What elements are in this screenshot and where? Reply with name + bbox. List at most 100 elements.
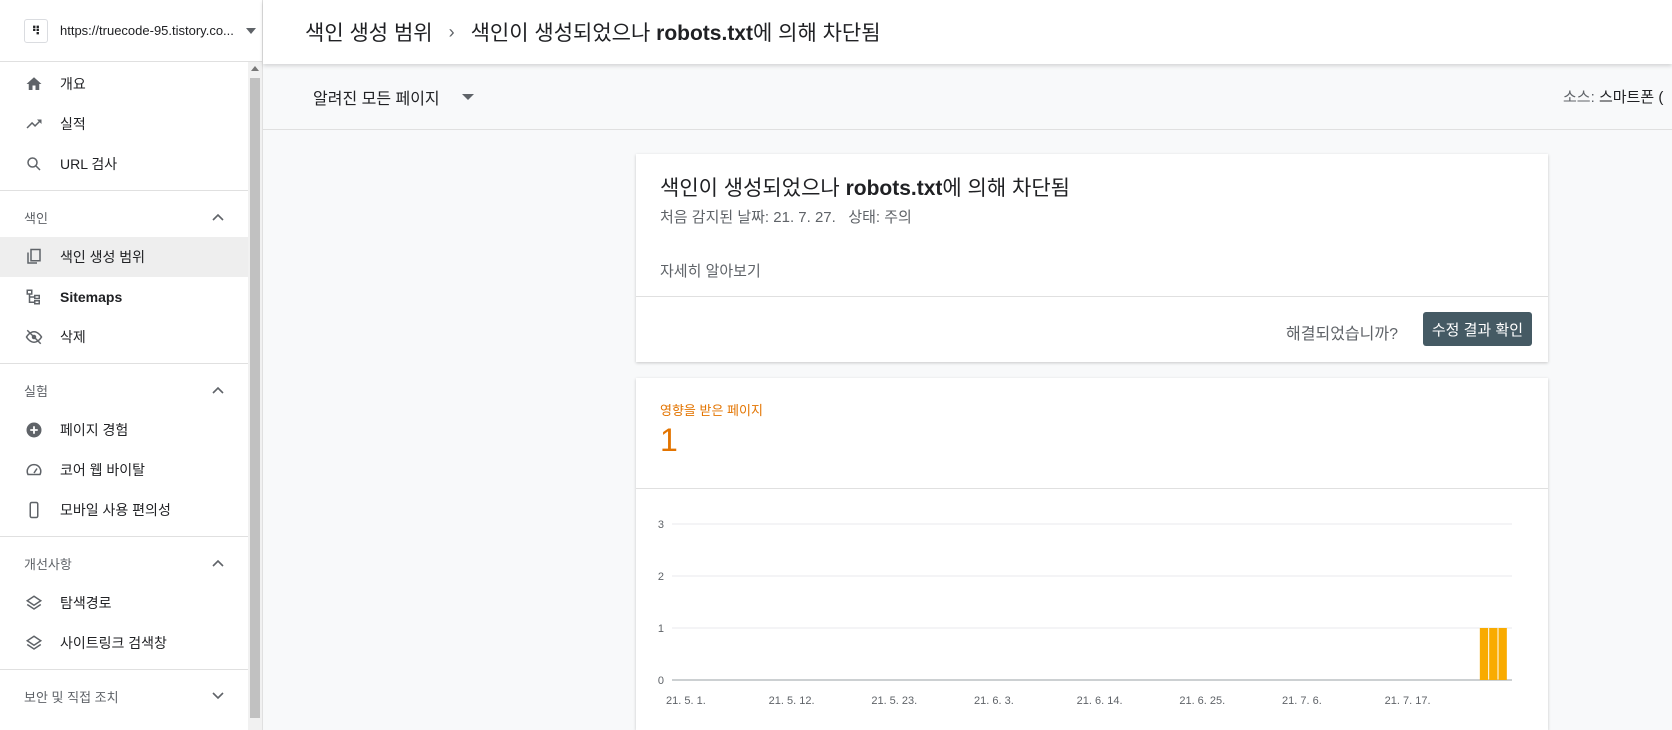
y-tick-label: 3: [658, 519, 664, 531]
nav-item-label: 개요: [60, 76, 86, 92]
nav-item-label: 실적: [60, 116, 86, 132]
nav: 개요 실적 URL 검사 색인 색인 생성 범위 Sitemaps 삭제 실험 …: [0, 62, 248, 716]
eye-off-icon: [24, 327, 44, 347]
section-title: 색인: [24, 210, 48, 226]
section-enhancements-header[interactable]: 개선사항: [0, 543, 248, 583]
section-experience-header[interactable]: 실험: [0, 370, 248, 410]
y-tick-label: 0: [658, 675, 664, 687]
property-selector[interactable]: ⠻ https://truecode-95.tistory.co...: [0, 0, 262, 62]
sidebar: ⠻ https://truecode-95.tistory.co... 개요 실…: [0, 0, 263, 730]
issue-title: 색인이 생성되었으나 robots.txt에 의해 차단됨: [660, 172, 1070, 202]
title-text: 에 의해 차단됨: [752, 22, 881, 45]
caret-down-icon: [461, 93, 474, 100]
trending-up-icon: [24, 114, 44, 134]
nav-item-page-experience[interactable]: 페이지 경험: [0, 410, 248, 450]
nav-item-mobile-usability[interactable]: 모바일 사용 편의성: [0, 490, 248, 530]
nav-item-url-inspection[interactable]: URL 검사: [0, 144, 248, 184]
sitemap-icon: [24, 287, 44, 307]
layers-icon: [24, 633, 44, 653]
sidebar-scrollbar[interactable]: [248, 62, 262, 730]
search-icon: [24, 154, 44, 174]
issue-title-text: 색인이 생성되었으나: [660, 177, 846, 200]
nav-item-label: 사이트링크 검색창: [60, 635, 167, 651]
affected-pages-count: 1: [660, 422, 678, 458]
source-label: 소스:: [1563, 89, 1595, 106]
nav-item-label: 모바일 사용 편의성: [60, 502, 171, 518]
nav-item-label: 색인 생성 범위: [60, 249, 146, 265]
affected-pages-label: 영향을 받은 페이지: [660, 403, 763, 418]
x-tick-label: 21. 5. 12.: [769, 695, 815, 707]
nav-item-label: 탐색경로: [60, 595, 112, 611]
bar: [1489, 628, 1498, 680]
bar: [1479, 628, 1489, 680]
issue-detail-card: 색인이 생성되었으나 robots.txt에 의해 차단됨 처음 감지된 날짜:…: [636, 154, 1548, 362]
nav-item-label: URL 검사: [60, 156, 118, 172]
x-tick-label: 21. 6. 25.: [1179, 695, 1225, 707]
divider: [0, 190, 248, 191]
section-title: 실험: [24, 383, 48, 399]
page-filter-dropdown[interactable]: 알려진 모든 페이지: [313, 85, 474, 109]
home-icon: [24, 74, 44, 94]
chevron-up-icon: [212, 213, 224, 221]
page-title: 색인이 생성되었으나 robots.txt에 의해 차단됨: [471, 17, 881, 47]
chevron-right-icon: ›: [448, 21, 455, 42]
nav-item-label: 코어 웹 바이탈: [60, 462, 146, 478]
chevron-down-icon: [212, 692, 224, 700]
nav-item-core-web-vitals[interactable]: 코어 웹 바이탈: [0, 450, 248, 490]
layers-icon: [24, 593, 44, 613]
nav-item-label: 페이지 경험: [60, 422, 129, 438]
nav-item-coverage[interactable]: 색인 생성 범위: [0, 237, 248, 277]
affected-pages-chart: 0 1 2 3 21. 5. 1. 21. 5. 12. 21. 5. 23. 21. 6. …: [658, 519, 1512, 707]
filter-value: 알려진 모든 페이지: [313, 90, 440, 108]
divider: [0, 669, 248, 670]
scrollbar-thumb[interactable]: [250, 78, 260, 718]
resolved-question: 해결되었습니까?: [1286, 326, 1398, 343]
issue-subtitle: 처음 감지된 날짜: 21. 7. 27. 상태: 주의: [660, 209, 912, 226]
bar: [1498, 628, 1507, 680]
x-tick-label: 21. 7. 17.: [1385, 695, 1431, 707]
divider: [636, 296, 1548, 297]
x-tick-label: 21. 5. 1.: [666, 695, 706, 707]
learn-more-link[interactable]: 자세히 알아보기: [660, 260, 761, 281]
nav-item-overview[interactable]: 개요: [0, 64, 248, 104]
y-tick-label: 2: [658, 571, 664, 583]
section-index-header[interactable]: 색인: [0, 197, 248, 237]
divider: [0, 536, 248, 537]
nav-item-removals[interactable]: 삭제: [0, 317, 248, 357]
x-tick-label: 21. 5. 23.: [871, 695, 917, 707]
phone-icon: [24, 500, 44, 520]
filter-bar: 알려진 모든 페이지 소스: 스마트폰 (: [263, 64, 1672, 130]
chevron-up-icon: [212, 386, 224, 394]
source-value: 스마트폰 (: [1598, 89, 1664, 106]
file-copy-icon: [24, 247, 44, 267]
y-tick-label: 1: [658, 623, 664, 635]
breadcrumb-coverage[interactable]: 색인 생성 범위: [305, 17, 433, 47]
affected-pages-card: 영향을 받은 페이지 1 0 1 2 3 21. 5. 1. 21. 5. 12. 21. …: [636, 378, 1548, 730]
nav-item-breadcrumbs[interactable]: 탐색경로: [0, 583, 248, 623]
property-url: https://truecode-95.tistory.co...: [60, 23, 234, 38]
nav-item-sitelinks-searchbox[interactable]: 사이트링크 검색창: [0, 623, 248, 663]
section-title: 보안 및 직접 조치: [24, 689, 119, 705]
title-text: 색인이 생성되었으나: [470, 22, 657, 45]
nav-item-label: Sitemaps: [60, 289, 123, 305]
source-selector[interactable]: 소스: 스마트폰 (: [1563, 86, 1663, 107]
site-logo-icon: ⠻: [24, 18, 48, 43]
title-bold: robots.txt: [656, 22, 753, 45]
divider: [0, 363, 248, 364]
issue-title-text: 에 의해 차단됨: [942, 177, 1070, 200]
issue-title-bold: robots.txt: [845, 177, 943, 200]
nav-item-sitemaps[interactable]: Sitemaps: [0, 277, 248, 317]
x-tick-label: 21. 6. 14.: [1077, 695, 1123, 707]
plus-circle-icon: [24, 420, 44, 440]
section-title: 개선사항: [24, 556, 72, 572]
page-header: 색인 생성 범위 › 색인이 생성되었으나 robots.txt에 의해 차단됨: [263, 0, 1672, 64]
chevron-down-icon[interactable]: [246, 27, 256, 34]
x-tick-label: 21. 6. 3.: [974, 695, 1014, 707]
nav-item-label: 삭제: [60, 329, 86, 345]
section-security-header[interactable]: 보안 및 직접 조치: [0, 676, 248, 716]
validate-fix-button[interactable]: 수정 결과 확인: [1422, 312, 1532, 346]
nav-item-performance[interactable]: 실적: [0, 104, 248, 144]
scroll-up-icon[interactable]: [251, 66, 259, 71]
x-tick-label: 21. 7. 6.: [1282, 695, 1322, 707]
chevron-up-icon: [212, 559, 224, 567]
